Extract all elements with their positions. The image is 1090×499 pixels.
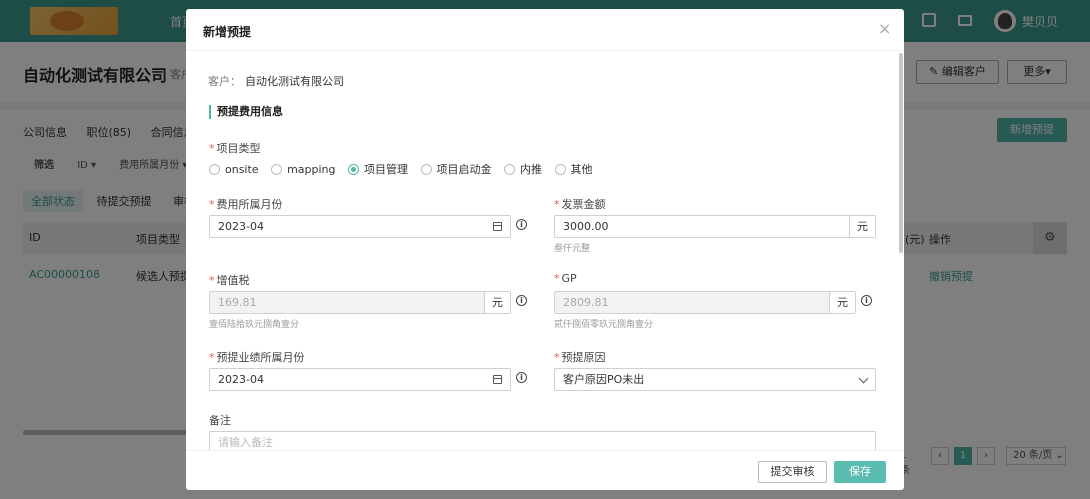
- gp-label: * GP: [554, 272, 577, 285]
- info-icon[interactable]: i: [861, 295, 872, 306]
- dialog-body[interactable]: 客户： 自动化测试有限公司 预提费用信息 * 项目类型 onsite mappin…: [186, 51, 904, 450]
- vat-unit: 元: [484, 292, 510, 313]
- submit-review-button[interactable]: 提交审核: [758, 461, 827, 483]
- remark-textarea[interactable]: 请输入备注: [209, 431, 876, 450]
- dialog-scrollbar[interactable]: [899, 53, 903, 253]
- performance-month-label: * 预提业绩所属月份: [209, 351, 305, 364]
- invoice-amount-input[interactable]: 3000.00 元: [554, 215, 876, 238]
- calendar-icon: [493, 222, 502, 231]
- invoice-amount-unit: 元: [849, 216, 875, 237]
- radio-other[interactable]: 其他: [554, 161, 593, 177]
- customer-value: 自动化测试有限公司: [245, 75, 344, 88]
- invoice-amount-label: * 发票金额: [554, 198, 606, 211]
- radio-onsite[interactable]: onsite: [209, 163, 259, 176]
- vat-label: * 增值税: [209, 274, 250, 287]
- info-icon[interactable]: i: [516, 295, 527, 306]
- reason-label: * 预提原因: [554, 351, 606, 364]
- info-icon[interactable]: i: [516, 219, 527, 230]
- section-title: 预提费用信息: [209, 105, 283, 119]
- reason-select[interactable]: 客户原因PO未出: [554, 368, 876, 391]
- invoice-amount-hint: 叁仟元整: [554, 244, 591, 254]
- vat-hint: 壹佰陆拾玖元捌角壹分: [209, 320, 300, 330]
- dialog-footer: 提交审核 保存: [186, 450, 904, 490]
- chevron-down-icon: [858, 373, 869, 384]
- gp-hint: 贰仟捌佰零玖元捌角壹分: [554, 320, 654, 330]
- gp-input: 2809.81 元: [554, 291, 856, 314]
- expense-month-picker[interactable]: 2023-04: [209, 215, 511, 238]
- project-type-label: * 项目类型: [209, 142, 261, 155]
- info-icon[interactable]: i: [516, 372, 527, 383]
- radio-project-management[interactable]: 项目管理: [348, 161, 408, 177]
- radio-referral[interactable]: 内推: [504, 161, 542, 177]
- radio-mapping[interactable]: mapping: [271, 163, 336, 176]
- dialog-header: 新增预提 ×: [186, 9, 904, 51]
- dialog-title: 新增预提: [203, 25, 252, 39]
- performance-month-picker[interactable]: 2023-04: [209, 368, 511, 391]
- expense-month-label: * 费用所属月份: [209, 198, 283, 211]
- radio-project-startup-fee[interactable]: 项目启动金: [420, 161, 492, 177]
- customer-label: 客户：: [208, 75, 241, 88]
- remark-label: 备注: [209, 414, 231, 427]
- gp-unit: 元: [829, 292, 855, 313]
- add-accrual-dialog: 新增预提 × 客户： 自动化测试有限公司 预提费用信息 * 项目类型 onsite…: [186, 9, 904, 490]
- calendar-icon: [493, 375, 502, 384]
- save-button[interactable]: 保存: [834, 461, 886, 483]
- vat-input: 169.81 元: [209, 291, 511, 314]
- project-type-radio-group: onsite mapping 项目管理 项目启动金 内推 其他: [209, 161, 602, 177]
- close-icon[interactable]: ×: [878, 19, 891, 38]
